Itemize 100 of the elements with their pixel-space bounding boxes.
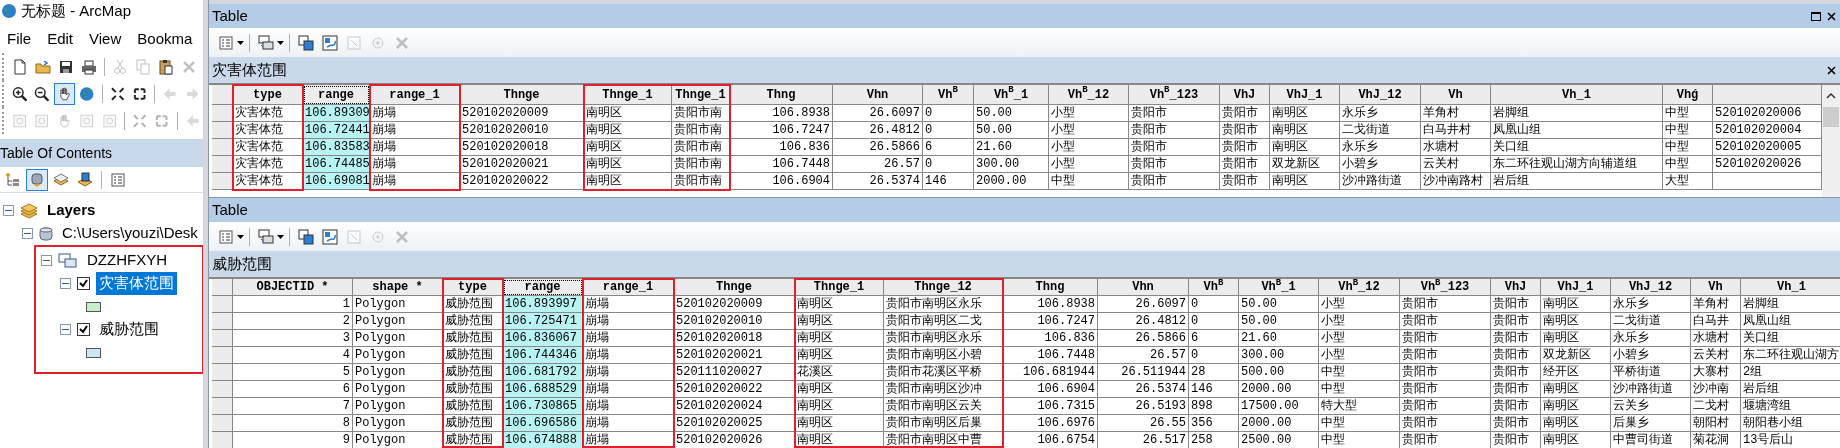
window-title: 无标题 - ArcMap (21, 0, 131, 21)
scrollbar[interactable] (1822, 85, 1840, 197)
column-header[interactable]: Vh_1 (1741, 279, 1840, 296)
column-header[interactable]: Vh (1691, 279, 1741, 296)
row-selector[interactable] (212, 381, 233, 398)
column-header[interactable]: Vhn (833, 85, 923, 105)
table-cell: 106.8938 (730, 105, 833, 122)
column-header[interactable]: Vhn (1098, 279, 1189, 296)
dropdown-caret-icon[interactable] (237, 234, 244, 239)
column-header[interactable]: shape * (353, 279, 443, 296)
close-icon[interactable] (1827, 65, 1836, 75)
tree-label[interactable]: C:\Users\youzi\Desk (59, 222, 201, 245)
table-cell: 凤凰山组 (1491, 122, 1663, 139)
scroll-thumb[interactable] (1823, 107, 1839, 127)
row-selector[interactable] (212, 122, 233, 139)
table-cell: 南明区 (584, 122, 672, 139)
column-header[interactable]: VhJ (1220, 85, 1270, 105)
table-cell: 贵阳市南明区后巢 (884, 415, 1003, 432)
column-header[interactable]: Vh$^{B}$_123 (1400, 279, 1491, 296)
table-cell: 贵阳市南明区小碧 (884, 347, 1003, 364)
table-cell: 南明区 (1541, 313, 1611, 330)
menu-item[interactable]: Edit (47, 27, 74, 51)
collapse-icon[interactable] (3, 205, 14, 216)
table-cell: 106.7315 (1003, 398, 1098, 415)
row-selector[interactable] (212, 139, 233, 156)
table-cell: 2500.00 (1239, 432, 1319, 448)
table-cell: 中型 (1319, 432, 1400, 448)
hand-icon[interactable] (53, 82, 76, 105)
table-cell: 21.60 (974, 139, 1049, 156)
row-selector[interactable] (212, 364, 233, 381)
column-header[interactable]: Vh$^{B}$ (923, 85, 974, 105)
column-header[interactable]: Thnge_1 (672, 85, 730, 105)
menu-item[interactable]: File (7, 27, 32, 51)
column-header[interactable]: Vhǵ (1663, 85, 1713, 105)
collapse-icon[interactable] (60, 278, 71, 289)
maximize-icon[interactable] (1811, 11, 1821, 21)
collapse-icon[interactable] (22, 228, 33, 239)
table-cell: 50.00 (1239, 313, 1319, 330)
row-selector[interactable] (212, 296, 233, 313)
column-header[interactable]: Vh (1421, 85, 1491, 105)
table-cell: 6 (923, 139, 974, 156)
dropdown-caret-icon[interactable] (277, 40, 284, 45)
table-cell: 南明区 (795, 415, 884, 432)
column-header[interactable]: Vh$^{B}$_1 (1239, 279, 1319, 296)
table-cell: 沙冲南路村 (1421, 173, 1491, 190)
column-header[interactable]: Thng (1003, 279, 1098, 296)
checkbox[interactable] (77, 323, 90, 336)
column-header[interactable]: range (303, 85, 370, 105)
table-cell: 贵阳市 (1400, 432, 1491, 448)
table-cell: 南明区 (1541, 296, 1611, 313)
table-cell: 贵阳市 (1400, 347, 1491, 364)
column-header[interactable]: Vh$^{B}$_12 (1049, 85, 1129, 105)
menu-item[interactable]: View (89, 27, 122, 51)
row-selector[interactable] (212, 415, 233, 432)
table-cell: 东二环往观山湖方 (1741, 347, 1840, 364)
collapse-icon[interactable] (41, 255, 52, 266)
column-header[interactable]: VhJ_1 (1270, 85, 1340, 105)
column-header[interactable]: Vh_1 (1491, 85, 1663, 105)
collapse-icon[interactable] (60, 324, 71, 335)
column-header[interactable]: Thnge (460, 85, 584, 105)
column-header[interactable]: VhJ_1 (1541, 279, 1611, 296)
checkbox[interactable] (77, 277, 90, 290)
column-header[interactable]: range (503, 279, 583, 296)
column-header[interactable]: Vh$^{B}$ (1189, 279, 1239, 296)
table-cell: 小碧乡 (1340, 156, 1421, 173)
layer-name[interactable]: 灾害体范围 (96, 272, 177, 295)
menu-item[interactable]: Bookma (137, 27, 193, 51)
tree-label[interactable]: DZZHFXYH (84, 249, 170, 272)
scroll-up-icon[interactable] (1825, 91, 1837, 101)
layer-name[interactable]: 威胁范围 (96, 318, 162, 341)
column-header[interactable]: VhJ_12 (1340, 85, 1421, 105)
close-icon[interactable] (1827, 11, 1836, 21)
dropdown-caret-icon[interactable] (277, 234, 284, 239)
row-selector[interactable] (212, 398, 233, 415)
table-cell: 贵阳市 (1400, 415, 1491, 432)
table-cell: 崩塌 (370, 156, 460, 173)
row-selector[interactable] (212, 330, 233, 347)
table-cell: 106.681792 (503, 364, 583, 381)
column-header[interactable]: VhJ (1491, 279, 1541, 296)
table-cell: 永乐乡 (1611, 296, 1691, 313)
table-cell: 26.57 (833, 156, 923, 173)
table-cell: 贵阳市 (1400, 296, 1491, 313)
table-cell: 威胁范围 (443, 330, 503, 347)
tree-label[interactable]: Layers (44, 199, 99, 222)
window-title: Table (212, 5, 248, 26)
database-icon[interactable] (26, 168, 48, 191)
column-header[interactable]: VhJ_12 (1611, 279, 1691, 296)
column-header[interactable]: Thnge (674, 279, 795, 296)
row-selector[interactable] (212, 347, 233, 364)
row-selector[interactable] (212, 432, 233, 448)
column-header[interactable]: Vh$^{B}$_12 (1319, 279, 1400, 296)
row-selector[interactable] (212, 156, 233, 173)
column-header[interactable]: Thng (730, 85, 833, 105)
column-header[interactable]: OBJECTID * (233, 279, 353, 296)
dropdown-caret-icon[interactable] (237, 40, 244, 45)
column-header[interactable]: Vh$^{B}$_1 (974, 85, 1049, 105)
row-selector[interactable] (212, 173, 233, 190)
row-selector[interactable] (212, 105, 233, 122)
row-selector[interactable] (212, 313, 233, 330)
column-header[interactable]: Vh$^{B}$_123 (1129, 85, 1220, 105)
